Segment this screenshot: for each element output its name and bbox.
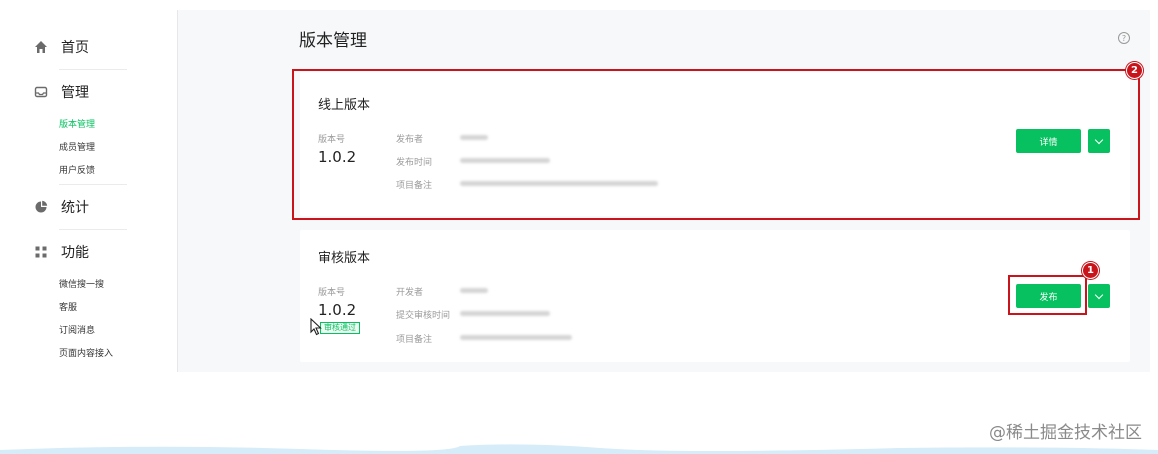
sidebar-item-stats[interactable]: 统计 (8, 187, 177, 227)
status-badge: 审核通过 (320, 322, 360, 334)
more-options-button[interactable] (1088, 284, 1110, 308)
version-label: 版本号 (318, 288, 346, 298)
annotation-number: 2 (1126, 62, 1143, 79)
sidebar-item-label: 功能 (61, 245, 89, 261)
annotation-box-online (292, 69, 1140, 220)
decorative-wave (0, 444, 1158, 454)
sidebar-item-version-manage[interactable]: 版本管理 (8, 112, 177, 135)
developer-label: 开发者 (396, 288, 424, 298)
note-label: 项目备注 (396, 335, 433, 345)
sidebar-item-label: 首页 (61, 40, 89, 56)
inbox-icon (34, 85, 48, 99)
card-title: 审核版本 (318, 251, 371, 266)
home-icon (34, 40, 48, 54)
sidebar-item-wechat-search[interactable]: 微信搜一搜 (8, 272, 177, 295)
sidebar-item-label: 统计 (61, 200, 89, 216)
mouse-cursor-icon (310, 318, 322, 336)
annotation-box-publish (1008, 275, 1087, 315)
chevron-down-icon (1094, 290, 1104, 299)
divider (59, 229, 127, 230)
divider (59, 184, 127, 185)
sidebar-item-user-feedback[interactable]: 用户反馈 (8, 158, 177, 181)
submit-time-label: 提交审核时间 (396, 311, 451, 321)
grid-icon (34, 245, 48, 259)
redacted-text (460, 288, 488, 293)
sidebar-item-manage[interactable]: 管理 (8, 72, 177, 112)
sidebar-item-subscription-message[interactable]: 订阅消息 (8, 318, 177, 341)
redacted-text (460, 335, 572, 340)
review-version-card: 审核版本 版本号 1.0.2 审核通过 开发者 提交审核时间 项目备注 发布 (300, 230, 1130, 362)
annotation-number: 1 (1082, 262, 1099, 279)
sidebar-item-member-manage[interactable]: 成员管理 (8, 135, 177, 158)
divider (59, 69, 127, 70)
help-icon[interactable]: ? (1118, 32, 1130, 44)
sidebar-item-page-content[interactable]: 页面内容接入 (8, 341, 177, 364)
sidebar: 首页 管理 版本管理 成员管理 用户反馈 统计 功能 微信搜一搜 客服 订阅消息… (8, 10, 178, 372)
pie-chart-icon (34, 200, 48, 214)
sidebar-item-label: 管理 (61, 85, 89, 101)
sidebar-item-customer-service[interactable]: 客服 (8, 295, 177, 318)
sidebar-item-features[interactable]: 功能 (8, 232, 177, 272)
page-title: 版本管理 (299, 31, 367, 51)
redacted-text (460, 311, 550, 316)
sidebar-item-home[interactable]: 首页 (8, 27, 177, 67)
version-number: 1.0.2 (318, 301, 357, 319)
